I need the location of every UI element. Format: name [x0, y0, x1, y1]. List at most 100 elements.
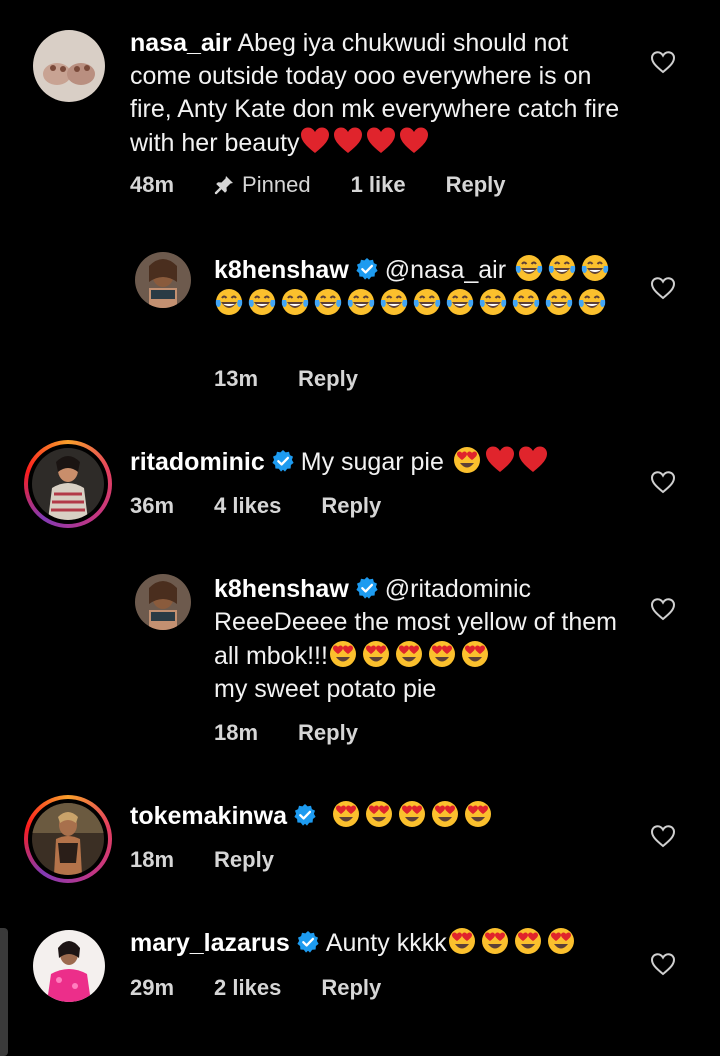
username[interactable]: tokemakinwa	[130, 802, 287, 830]
heart-eyes-emoji	[460, 639, 490, 669]
heart-eyes-emoji	[430, 799, 460, 829]
username[interactable]: k8henshaw	[214, 575, 349, 603]
heart-eyes-emoji	[361, 639, 391, 669]
scrollbar[interactable]	[0, 928, 8, 1056]
avatar[interactable]	[33, 930, 105, 1002]
heart-eyes-emoji	[328, 639, 358, 669]
heart-outline-icon[interactable]	[650, 50, 676, 74]
comment-text: Aunty kkkk	[325, 929, 447, 957]
heart-outline-icon[interactable]	[650, 470, 676, 494]
comment-meta: 18m Reply	[130, 847, 314, 873]
comments-list: nasa_air Abeg iya chukwudi should not com…	[0, 0, 720, 1056]
username[interactable]: ritadominic	[130, 448, 265, 476]
reply-button[interactable]: Reply	[214, 847, 274, 873]
username[interactable]: mary_lazarus	[130, 929, 290, 957]
heart-eyes-emoji	[331, 799, 361, 829]
emoji-group	[452, 448, 551, 476]
comment-text-line2: my sweet potato pie	[214, 675, 437, 703]
comment-body: nasa_air Abeg iya chukwudi should not com…	[130, 27, 630, 160]
laughing-emoji	[346, 287, 376, 317]
reply-button[interactable]: Reply	[321, 975, 381, 1001]
laughing-emoji	[514, 253, 544, 283]
heart-eyes-emoji	[427, 639, 457, 669]
username[interactable]: k8henshaw	[214, 256, 349, 284]
likes-count[interactable]: 4 likes	[214, 493, 281, 519]
comment-body: ritadominic My sugar pie	[130, 445, 630, 479]
laughing-emoji	[577, 287, 607, 317]
avatar[interactable]	[32, 448, 104, 520]
heart-outline-icon[interactable]	[650, 597, 676, 621]
laughing-emoji	[412, 287, 442, 317]
comment-meta: 36m 4 likes Reply	[130, 493, 421, 519]
heart-outline-icon[interactable]	[650, 276, 676, 300]
heart-eyes-emoji	[447, 926, 477, 956]
verified-badge-icon	[355, 257, 379, 281]
likes-count[interactable]: 1 like	[351, 172, 406, 198]
username[interactable]: nasa_air	[130, 29, 231, 57]
laughing-emoji	[478, 287, 508, 317]
reply-button[interactable]: Reply	[298, 366, 358, 392]
red-heart-emoji	[300, 126, 330, 156]
comment-time: 13m	[214, 366, 259, 391]
heart-eyes-emoji	[480, 926, 510, 956]
comment-meta: 18m Reply	[214, 720, 398, 746]
red-heart-emoji	[485, 445, 515, 475]
comment-meta: 48m Pinned 1 like Reply	[130, 172, 546, 198]
comment-body: k8henshaw @ritadominic ReeeDeeee the most…	[214, 573, 624, 706]
laughing-emoji	[247, 287, 277, 317]
comment-time: 48m	[130, 172, 175, 197]
laughing-emoji	[445, 287, 475, 317]
reply-button[interactable]: Reply	[298, 720, 358, 746]
laughing-emoji	[547, 253, 577, 283]
heart-outline-icon[interactable]	[650, 824, 676, 848]
pin-icon	[214, 176, 234, 195]
comment-text[interactable]: @nasa_air	[385, 256, 506, 284]
red-heart-emoji	[518, 445, 548, 475]
likes-count[interactable]: 2 likes	[214, 975, 281, 1001]
comment-text: My sugar pie	[300, 448, 444, 476]
laughing-emoji	[313, 287, 343, 317]
laughing-emoji	[379, 287, 409, 317]
reply-button[interactable]: Reply	[321, 493, 381, 519]
emoji-group	[331, 802, 496, 830]
reply-button[interactable]: Reply	[446, 172, 506, 198]
comment-body: tokemakinwa	[130, 799, 630, 833]
heart-outline-icon[interactable]	[650, 952, 676, 976]
emoji-group	[300, 129, 432, 157]
comment-meta: 13m Reply	[214, 366, 398, 392]
verified-badge-icon	[293, 803, 317, 827]
verified-badge-icon	[271, 449, 295, 473]
laughing-emoji	[580, 253, 610, 283]
emoji-group	[447, 929, 579, 957]
heart-eyes-emoji	[513, 926, 543, 956]
laughing-emoji	[511, 287, 541, 317]
avatar[interactable]	[135, 574, 191, 630]
avatar[interactable]	[33, 30, 105, 102]
laughing-emoji	[214, 287, 244, 317]
verified-badge-icon	[296, 930, 320, 954]
avatar[interactable]	[135, 252, 191, 308]
laughing-emoji	[544, 287, 574, 317]
heart-eyes-emoji	[364, 799, 394, 829]
heart-eyes-emoji	[546, 926, 576, 956]
heart-eyes-emoji	[397, 799, 427, 829]
comment-time: 36m	[130, 493, 175, 518]
comment-body: k8henshaw @nasa_air	[214, 253, 614, 321]
laughing-emoji	[280, 287, 310, 317]
red-heart-emoji	[333, 126, 363, 156]
comment-meta: 29m 2 likes Reply	[130, 975, 421, 1001]
comment-body: mary_lazarus Aunty kkkk	[130, 926, 630, 960]
heart-eyes-emoji	[452, 445, 482, 475]
emoji-group	[328, 642, 493, 670]
pinned-indicator: Pinned	[214, 172, 311, 198]
pinned-label: Pinned	[242, 172, 311, 197]
comment-time: 18m	[130, 847, 175, 872]
avatar[interactable]	[32, 803, 104, 875]
red-heart-emoji	[399, 126, 429, 156]
verified-badge-icon	[355, 576, 379, 600]
heart-eyes-emoji	[394, 639, 424, 669]
red-heart-emoji	[366, 126, 396, 156]
heart-eyes-emoji	[463, 799, 493, 829]
comment-time: 29m	[130, 975, 175, 1000]
comment-time: 18m	[214, 720, 259, 745]
